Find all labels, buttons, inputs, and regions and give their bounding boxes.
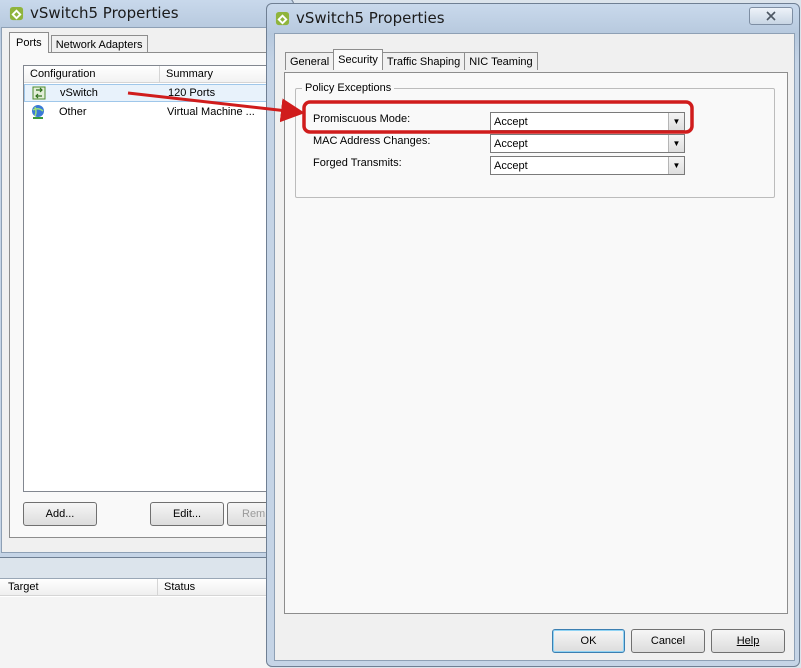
- edit-button[interactable]: Edit...: [150, 502, 224, 526]
- background-window: vSwitch5 Properties Ports Network Adapte…: [0, 0, 301, 558]
- network-globe-icon: [32, 105, 44, 119]
- vsphere-app-icon: [275, 11, 290, 25]
- help-label: Help: [736, 635, 760, 647]
- tab-security[interactable]: Security: [333, 49, 383, 70]
- tab-general[interactable]: General: [285, 52, 335, 70]
- vsphere-app-icon: [9, 6, 24, 20]
- tab-traffic-shaping[interactable]: Traffic Shaping: [381, 52, 466, 70]
- forged-transmits-label: Forged Transmits:: [313, 157, 402, 169]
- chevron-down-icon[interactable]: ▼: [668, 113, 684, 130]
- background-window-titlebar: vSwitch5 Properties: [9, 4, 179, 22]
- list-item-vswitch[interactable]: vSwitch 120 Ports: [24, 84, 286, 102]
- ports-list-header: Configuration Summary: [24, 66, 284, 83]
- policy-exceptions-group: Policy Exceptions Promiscuous Mode: Acce…: [295, 82, 775, 198]
- promiscuous-mode-value: Accept: [494, 115, 528, 128]
- ports-panel: Configuration Summary vSwitch 120 Ports: [9, 52, 301, 538]
- column-target[interactable]: Target: [0, 579, 158, 595]
- forged-transmits-value: Accept: [494, 159, 528, 172]
- vswitch-icon: [32, 86, 46, 100]
- tab-network-adapters[interactable]: Network Adapters: [50, 35, 148, 53]
- background-window-client: Ports Network Adapters Configuration Sum…: [1, 27, 301, 553]
- forged-transmits-select[interactable]: Accept ▼: [490, 156, 685, 175]
- promiscuous-mode-select[interactable]: Accept ▼: [490, 112, 685, 131]
- ok-button[interactable]: OK: [552, 629, 625, 653]
- dialog-tabs: General Security Traffic Shaping NIC Tea…: [285, 49, 538, 70]
- close-button[interactable]: [749, 7, 793, 25]
- close-icon: [766, 11, 776, 21]
- mac-address-changes-select[interactable]: Accept ▼: [490, 134, 685, 153]
- task-list-body: [0, 597, 270, 668]
- chevron-down-icon[interactable]: ▼: [668, 157, 684, 174]
- promiscuous-mode-label: Promiscuous Mode:: [313, 113, 411, 125]
- background-window-title: vSwitch5 Properties: [30, 4, 179, 22]
- recent-tasks-panel: Target Status: [0, 578, 270, 668]
- dialog-client: General Security Traffic Shaping NIC Tea…: [274, 33, 795, 661]
- list-item-other[interactable]: Other Virtual Machine ...: [24, 103, 286, 121]
- other-config: Other: [59, 106, 87, 118]
- cancel-button[interactable]: Cancel: [631, 629, 705, 653]
- help-button[interactable]: Help: [711, 629, 785, 653]
- mac-address-changes-label: MAC Address Changes:: [313, 135, 431, 147]
- other-summary: Virtual Machine ...: [167, 106, 255, 118]
- security-properties-dialog: vSwitch5 Properties General Security Tra…: [266, 3, 800, 667]
- tab-ports[interactable]: Ports: [9, 32, 49, 53]
- chevron-down-icon[interactable]: ▼: [668, 135, 684, 152]
- dialog-title: vSwitch5 Properties: [296, 9, 445, 27]
- policy-exceptions-legend: Policy Exceptions: [302, 82, 395, 94]
- vswitch-summary: 120 Ports: [168, 87, 216, 99]
- column-status[interactable]: Status: [158, 579, 270, 595]
- mac-address-changes-value: Accept: [494, 137, 528, 150]
- column-configuration[interactable]: Configuration: [24, 66, 160, 82]
- vswitch-config: vSwitch: [60, 87, 98, 99]
- security-panel: Policy Exceptions Promiscuous Mode: Acce…: [284, 72, 788, 614]
- ports-list[interactable]: Configuration Summary vSwitch 120 Ports: [23, 65, 286, 492]
- dialog-titlebar: vSwitch5 Properties: [275, 9, 445, 27]
- add-button[interactable]: Add...: [23, 502, 97, 526]
- tab-nic-teaming[interactable]: NIC Teaming: [464, 52, 538, 70]
